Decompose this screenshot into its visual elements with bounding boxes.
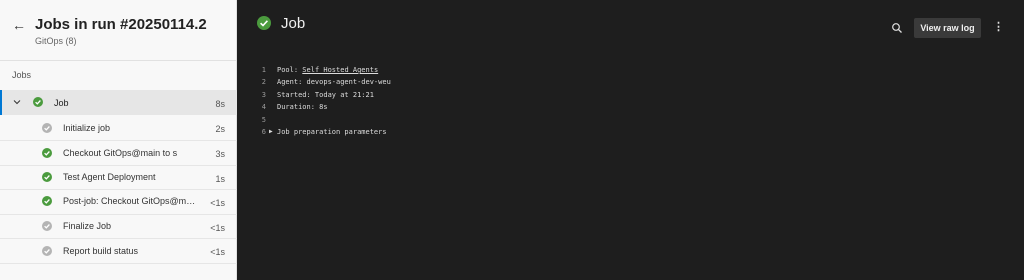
line-number: 2 bbox=[261, 78, 266, 87]
step-row[interactable]: Test Agent Deployment 1s bbox=[0, 166, 237, 190]
step-row[interactable]: Finalize Job <1s bbox=[0, 215, 237, 239]
divider bbox=[0, 263, 237, 264]
log-text: Agent: devops-agent-dev-weu bbox=[277, 78, 391, 87]
step-label: Finalize Job bbox=[63, 221, 112, 231]
check-circle-icon bbox=[42, 172, 52, 182]
page-title: Job bbox=[281, 15, 306, 32]
arrow-left-icon[interactable]: ← bbox=[12, 17, 26, 33]
divider bbox=[0, 60, 237, 61]
step-label: Checkout GitOps@main to s bbox=[63, 148, 178, 158]
section-label-jobs: Jobs bbox=[12, 70, 32, 80]
skipped-circle-icon bbox=[42, 123, 52, 133]
jobs-sidebar: ← Jobs in run #20250114.2 GitOps (8) Job… bbox=[0, 0, 237, 280]
step-label: Initialize job bbox=[63, 123, 111, 133]
run-subtitle: GitOps (8) bbox=[35, 36, 77, 46]
step-row[interactable]: Initialize job 2s bbox=[0, 116, 237, 140]
skipped-circle-icon bbox=[42, 221, 52, 231]
job-row[interactable]: Job 8s bbox=[0, 90, 237, 115]
chevron-down-icon[interactable] bbox=[13, 98, 21, 106]
step-row[interactable]: Checkout GitOps@main to s 3s bbox=[0, 141, 237, 165]
step-duration: 1s bbox=[215, 174, 225, 184]
check-circle-icon bbox=[42, 196, 52, 206]
line-number: 4 bbox=[261, 103, 266, 112]
log-text: Duration: 8s bbox=[277, 103, 328, 112]
step-label: Post-job: Checkout GitOps@mai… bbox=[63, 196, 198, 206]
run-header: ← Jobs in run #20250114.2 GitOps (8) bbox=[0, 0, 237, 60]
step-duration: <1s bbox=[210, 198, 225, 208]
log-prefix: Pool: bbox=[277, 66, 303, 74]
skipped-circle-icon bbox=[42, 246, 52, 256]
step-duration: <1s bbox=[210, 247, 225, 257]
check-circle-icon bbox=[42, 148, 52, 158]
line-number: 1 bbox=[261, 66, 266, 74]
step-label: Report build status bbox=[63, 246, 139, 256]
step-row[interactable]: Post-job: Checkout GitOps@mai… <1s bbox=[0, 190, 237, 214]
line-number: 6 bbox=[261, 127, 266, 136]
log-text: Job preparation parameters bbox=[277, 127, 387, 136]
log-text: Pool: Self Hosted Agents bbox=[277, 66, 378, 74]
step-duration: 3s bbox=[215, 149, 225, 159]
step-duration: 2s bbox=[215, 124, 225, 134]
log-text: Started: Today at 21:21 bbox=[277, 90, 374, 99]
step-duration: <1s bbox=[210, 223, 225, 233]
check-circle-icon bbox=[33, 97, 43, 107]
step-label: Test Agent Deployment bbox=[63, 172, 156, 182]
job-duration: 8s bbox=[215, 99, 225, 109]
run-title: Jobs in run #20250114.2 bbox=[35, 16, 207, 33]
line-number: 3 bbox=[261, 90, 266, 99]
job-name: Job bbox=[54, 98, 69, 108]
view-raw-log-button[interactable]: View raw log bbox=[914, 18, 981, 38]
step-row[interactable]: Report build status <1s bbox=[0, 239, 237, 263]
pool-link[interactable]: Self Hosted Agents bbox=[302, 66, 378, 74]
check-circle-icon bbox=[257, 16, 271, 30]
expand-triangle-icon[interactable]: ▶ bbox=[269, 128, 273, 135]
search-icon[interactable] bbox=[891, 22, 903, 34]
log-panel: Job View raw log ⋮ 1 Pool: Self Hosted A… bbox=[237, 0, 1024, 280]
line-number: 5 bbox=[261, 115, 266, 124]
more-vertical-icon[interactable]: ⋮ bbox=[993, 20, 1004, 36]
